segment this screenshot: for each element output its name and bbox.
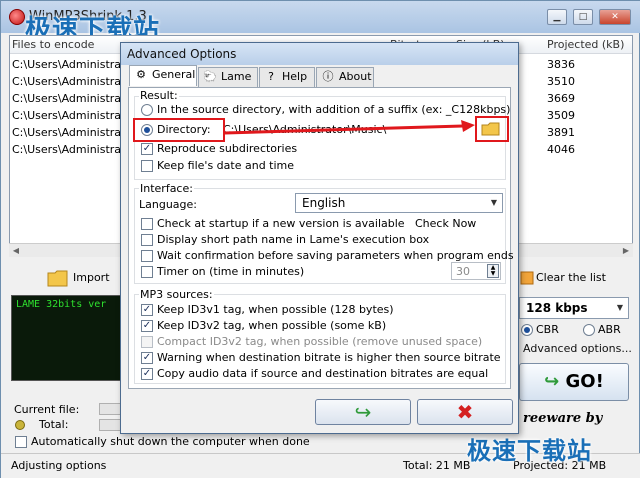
timer-value: 30 (456, 265, 470, 278)
short-path-label: Display short path name in Lame's execut… (157, 233, 430, 246)
col-projected[interactable]: Projected (kB) (547, 38, 624, 51)
keep-id3v2-checkbox[interactable]: ✓ (141, 320, 153, 332)
general-panel: Result: In the source directory, with ad… (128, 87, 514, 389)
projected-cell: 3510 (547, 75, 575, 88)
freeware-text: reeware by (523, 411, 603, 426)
advanced-options-link[interactable]: Advanced options... (523, 342, 632, 355)
cancel-button[interactable]: ✖ (417, 399, 513, 425)
go-arrow-icon: ↪ (544, 371, 560, 392)
scroll-left-icon[interactable]: ◀ (9, 244, 23, 258)
tab-help-label: Help (282, 70, 308, 83)
info-icon: ⓘ (322, 70, 334, 83)
wait-confirm-label: Wait confirmation before saving paramete… (157, 249, 514, 262)
tab-general-label: General (152, 68, 196, 81)
cbr-label: CBR (536, 323, 559, 336)
timer-checkbox[interactable] (141, 266, 153, 278)
reproduce-subdirs-label: Reproduce subdirectories (157, 142, 298, 155)
copy-audio-checkbox[interactable]: ✓ (141, 368, 153, 380)
keep-id3v2-label: Keep ID3v2 tag, when possible (some kB) (157, 319, 387, 332)
status-total: Total: 21 MB (403, 459, 471, 472)
projected-cell: 3669 (547, 92, 575, 105)
current-file-label: Current file: (14, 403, 80, 416)
bitrate-value: 128 kbps (526, 301, 588, 315)
interface-label: Interface: (139, 182, 194, 195)
language-label: Language: (139, 198, 197, 211)
projected-cell: 4046 (547, 143, 575, 156)
source-dir-radio[interactable] (141, 104, 153, 116)
chevron-down-icon: ▼ (616, 303, 624, 312)
clear-list-button[interactable]: Clear the list (519, 267, 629, 289)
tab-help[interactable]: ? Help (259, 67, 315, 87)
help-icon: ? (268, 70, 274, 83)
projected-cell: 3891 (547, 126, 575, 139)
bitrate-select[interactable]: 128 kbps ▼ (519, 297, 629, 319)
folder-icon (47, 270, 68, 287)
check-startup-checkbox[interactable] (141, 218, 153, 230)
tab-about[interactable]: ⓘ About (316, 67, 374, 87)
timer-spinner[interactable]: 30 ▲ ▼ (451, 262, 501, 280)
directory-highlight-box (133, 118, 225, 142)
warn-bitrate-label: Warning when destination bitrate is high… (157, 351, 501, 364)
advanced-options-dialog: Advanced Options ⚙ General 🐑 Lame ? Help… (120, 42, 519, 434)
app-icon (9, 9, 25, 25)
import-folder-button[interactable]: Import fold (47, 267, 123, 306)
go-button[interactable]: ↪ GO! (519, 363, 629, 401)
clear-icon (520, 271, 534, 285)
shutdown-label: Automatically shut down the computer whe… (31, 435, 310, 448)
compact-id3v2-checkbox[interactable] (141, 336, 153, 348)
scroll-right-icon[interactable]: ▶ (619, 244, 633, 258)
keep-id3v1-label: Keep ID3v1 tag, when possible (128 bytes… (157, 303, 394, 316)
browse-highlight-box (475, 116, 509, 142)
projected-cell: 3836 (547, 58, 575, 71)
status-text: Adjusting options (11, 459, 107, 472)
go-label: GO! (565, 371, 604, 392)
language-select[interactable]: English ▼ (295, 193, 503, 213)
mp3-sources-label: MP3 sources: (139, 288, 214, 301)
tab-lame-label: Lame (221, 70, 252, 83)
language-value: English (302, 196, 346, 210)
tab-about-label: About (339, 70, 372, 83)
cbr-radio[interactable] (521, 324, 533, 336)
col-files[interactable]: Files to encode (12, 38, 94, 51)
watermark-bottom: 极速下载站 (467, 437, 592, 465)
copy-audio-label: Copy audio data if source and destinatio… (157, 367, 489, 380)
ok-button[interactable]: ↪ (315, 399, 411, 425)
timer-label: Timer on (time in minutes) (157, 265, 305, 278)
keep-id3v1-checkbox[interactable]: ✓ (141, 304, 153, 316)
gear-icon: ⚙ (136, 68, 146, 81)
keep-date-checkbox[interactable] (141, 160, 153, 172)
abr-radio[interactable] (583, 324, 595, 336)
chevron-down-icon: ▼ (490, 198, 498, 207)
tab-general[interactable]: ⚙ General (129, 65, 197, 86)
cancel-x-icon: ✖ (456, 400, 474, 424)
dialog-title-bar: Advanced Options (121, 43, 518, 65)
ok-arrow-icon: ↪ (354, 400, 372, 424)
maximize-button[interactable]: □ (573, 9, 593, 25)
compact-id3v2-label: Compact ID3v2 tag, when possible (remove… (157, 335, 483, 348)
check-startup-label: Check at startup if a new version is ava… (157, 217, 405, 230)
short-path-checkbox[interactable] (141, 234, 153, 246)
reproduce-subdirs-checkbox[interactable]: ✓ (141, 143, 153, 155)
check-now-button[interactable]: Check Now (415, 217, 476, 230)
keep-date-label: Keep file's date and time (157, 159, 295, 172)
lame-icon: 🐑 (203, 70, 217, 83)
warn-bitrate-checkbox[interactable]: ✓ (141, 352, 153, 364)
lame-console: LAME 32bits ver (11, 295, 123, 381)
projected-cell: 3509 (547, 109, 575, 122)
close-button[interactable]: ✕ (599, 9, 631, 25)
shutdown-checkbox[interactable] (15, 436, 27, 448)
wait-confirm-checkbox[interactable] (141, 250, 153, 262)
clear-list-label: Clear the list (536, 271, 606, 284)
total-label: Total: (39, 418, 69, 431)
spinner-arrows-icon[interactable]: ▲ ▼ (487, 264, 499, 278)
result-label: Result: (139, 89, 179, 102)
annotation-arrow-icon (225, 120, 475, 135)
source-dir-label: In the source directory, with addition o… (157, 103, 511, 116)
status-led-icon (15, 420, 25, 430)
dialog-title: Advanced Options (127, 47, 237, 61)
abr-label: ABR (598, 323, 621, 336)
minimize-button[interactable]: ▁ (547, 9, 567, 25)
tab-lame[interactable]: 🐑 Lame (198, 67, 258, 87)
